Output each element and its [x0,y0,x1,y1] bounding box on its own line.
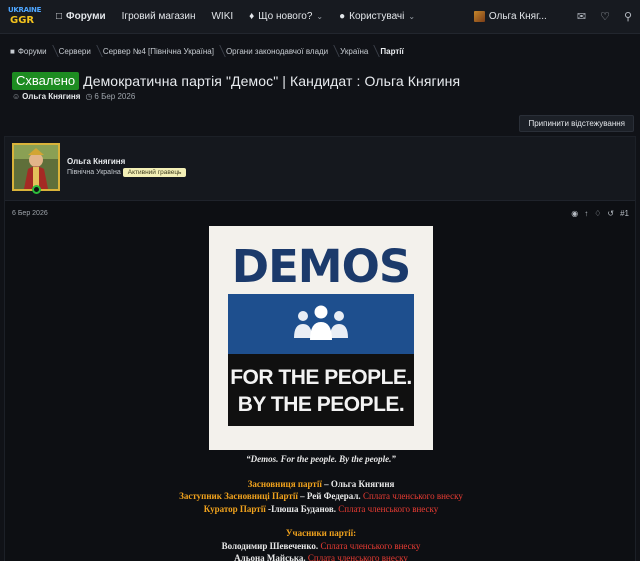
thread-date[interactable]: 6 Бер 2026 [94,92,135,101]
thread-author[interactable]: Ольга Княгиня [22,92,80,101]
nav-whats-new[interactable]: ♦ Що нового? ⌄ [249,0,323,34]
founder-line: Засновниця партії – Ольга Княгиня [5,478,637,491]
avatar [473,11,485,22]
breadcrumb-parties[interactable]: Партії [380,40,415,62]
thread-title-row: Схвалено Демократична партія "Демос" | К… [12,72,460,90]
breadcrumb-label: Партії [380,46,404,56]
post: Ольга Княгиня Північна Україна Активний … [4,136,636,561]
nav-shop-label: Ігровий магазин [121,11,196,22]
founder-name: – Ольга Княгиня [321,478,395,489]
member-line: Володимир Шевеченко. Сплата членського в… [5,540,637,553]
member-line: Альона Майська. Сплата членського внеску [5,552,637,561]
breadcrumb-ukraine[interactable]: Україна [340,40,380,62]
member-name: Володимир Шевеченко. [221,540,319,551]
nav-forums-label: Форуми [66,11,106,22]
status-badge[interactable]: Схвалено [12,72,80,90]
post-toolbar: ◉ ↑ ♢ ↺ #1 [565,209,629,218]
breadcrumb-legislature[interactable]: Органи законодавчої влади [226,40,340,62]
nav-users-label: Користувачі [349,11,405,22]
breadcrumb-forums[interactable]: ■ Форуми [10,40,59,62]
poster-blue-band [228,294,414,354]
bell-icon: ♦ [249,11,255,22]
page-title: Демократична партія "Демос" | Кандидат :… [83,73,461,89]
nav-shop[interactable]: Ігровий магазин [122,0,196,34]
post-number[interactable]: #1 [620,209,629,218]
post-date[interactable]: 6 Бер 2026 [12,210,48,217]
avatar[interactable] [12,143,60,191]
nav-whats-new-label: Що нового? [258,11,313,22]
inbox-icon[interactable]: ✉ [577,10,586,23]
top-navigation: UKRAINE GGR □ Форуми Ігровий магазин WIK… [0,0,640,34]
curator-name: -Ілюша Буданов. [265,503,337,514]
forum-bubble-icon: □ [56,11,63,22]
breadcrumb-label: Україна [340,46,369,56]
nav-users[interactable]: ● Користувачі ⌄ [339,0,415,34]
nav-account-area: Ольга Княг... ✉ ♡ ⚲ [473,10,632,23]
breadcrumb-servers[interactable]: Сервери [59,40,103,62]
breadcrumb-server-4[interactable]: Сервер №4 [Північна Україна] [103,40,226,62]
share-icon[interactable]: ↺ [607,209,614,218]
clock-icon: ◷ [85,92,93,101]
demos-poster-image[interactable]: DEMOS FOR THE PEOPLE. BY THE PEOPLE. [209,226,433,450]
breadcrumb-label: Форуми [17,46,47,56]
users-icon: ● [339,11,346,22]
post-body: “Demos. For the people. By the people.” … [5,453,637,561]
nav-wiki[interactable]: WIKI [211,0,233,34]
chevron-down-icon[interactable]: ⌄ [316,12,323,21]
logo-text-bottom: GGR [10,14,35,26]
post-quote: “Demos. For the people. By the people.” [246,454,396,464]
post-user-info: Північна Україна Активний гравець [67,168,187,177]
poster-word: DEMOS [231,240,412,293]
poster-slogan-line2: BY THE PEOPLE. [237,393,405,416]
members-heading: Учасники партії: [285,528,357,538]
breadcrumb-label: Сервери [58,46,91,56]
avatar-image [14,145,58,189]
member-note: Сплата членського внеску [305,553,408,561]
post-user-location: Північна Україна [67,169,121,176]
post-username[interactable]: Ольга Княгиня [67,157,125,166]
poster-slogan-line1: FOR THE PEOPLE. [230,366,412,389]
poster-slogan: FOR THE PEOPLE. BY THE PEOPLE. [228,364,414,418]
poster-black-band: FOR THE PEOPLE. BY THE PEOPLE. [228,354,414,426]
founder-label: Засновниця партії [247,478,322,489]
breadcrumb: ■ Форуми Сервери Сервер №4 [Північна Укр… [0,40,640,62]
member-name: Альона Майська. [234,553,306,561]
site-logo[interactable]: UKRAINE GGR [8,4,42,30]
curator-label: Куратор Партії [203,503,266,514]
member-note: Сплата членського внеску [318,540,421,551]
thread-meta: ☺ Ольга Княгиня ◷ 6 Бер 2026 [12,92,135,101]
home-icon: ■ [10,46,15,56]
curator-note: Сплата членського внеску [336,503,439,514]
unwatch-button[interactable]: Припинити відстежування [519,115,634,132]
logo-text-top: UKRAINE [8,5,42,14]
curator-line: Куратор Партії -Ілюша Буданов. Сплата чл… [5,503,637,516]
breadcrumb-label: Органи законодавчої влади [225,46,329,56]
search-icon[interactable]: ⚲ [624,10,632,23]
deputy-note: Сплата членського внеску [360,491,463,501]
chevron-down-icon[interactable]: ⌄ [408,12,415,21]
account-username: Ольга Княг... [488,11,547,22]
upvote-icon[interactable]: ↑ [584,209,588,218]
user-icon: ☺ [12,92,21,101]
bookmark-icon[interactable]: ♢ [594,209,601,218]
nav-forums[interactable]: □ Форуми [56,0,106,34]
alerts-bell-icon[interactable]: ♡ [600,10,610,23]
reaction-icon[interactable]: ◉ [571,209,578,218]
people-group-icon [294,305,348,340]
nav-wiki-label: WIKI [211,11,234,22]
online-status-icon [32,185,41,194]
user-title-badge: Активний гравець [122,168,187,177]
breadcrumb-label: Сервер №4 [Північна Україна] [102,46,214,56]
account-menu[interactable]: Ольга Княг... [473,11,547,22]
deputy-name: – Рей Федерал. [297,491,361,501]
deputy-label: Заступник Засновниці Партії [179,491,298,501]
post-user-header: Ольга Княгиня Північна Україна Активний … [5,137,635,201]
deputy-line: Заступник Засновниці Партії – Рей Федера… [5,490,637,503]
